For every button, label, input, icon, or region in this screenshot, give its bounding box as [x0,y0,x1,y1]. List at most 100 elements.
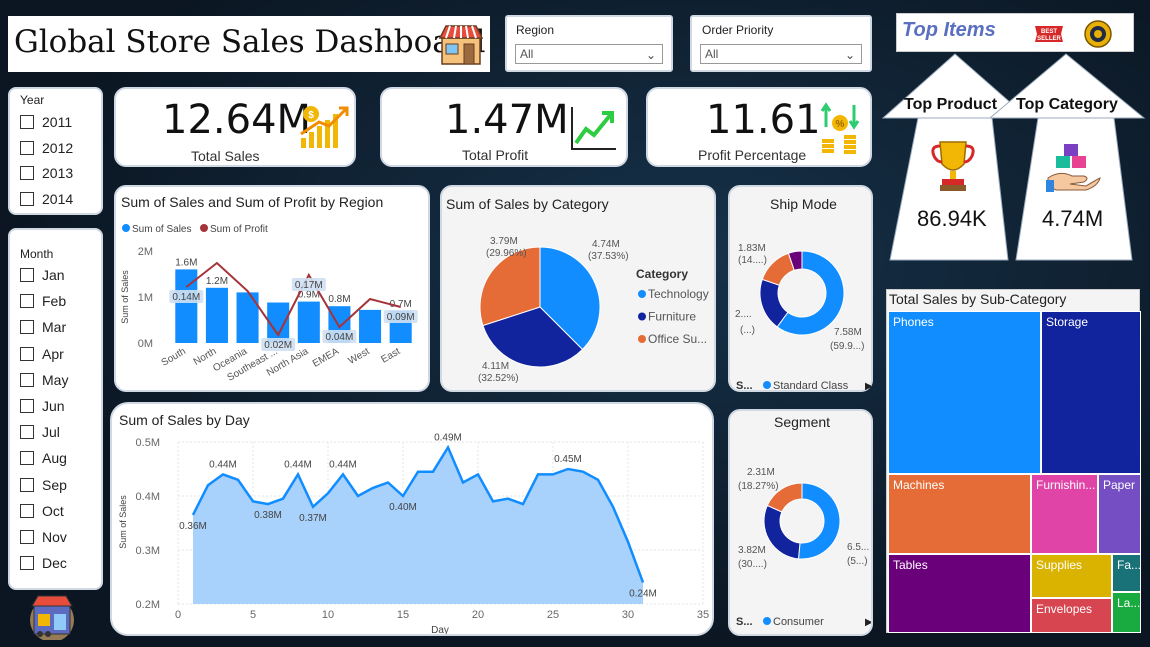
checkbox[interactable] [20,268,34,282]
slice-value-label: 1.83M [738,243,766,254]
month-option-feb[interactable]: Feb [20,293,66,309]
slice-value-label: 4.74M [592,239,620,250]
x-tick-label: West [346,346,371,367]
month-slicer: Month Jan Feb Mar Apr May Jun Jul Aug Sep Oct Nov D… [8,228,103,590]
ship-mode-donut: 1.83M(14....) 2.... (...) 7.58M (59.9...) S..… [735,243,871,390]
slice-value-label: 7.58M [834,327,862,338]
checkbox[interactable] [20,399,34,413]
day-chart-title: Sum of Sales by Day [119,412,250,428]
year-slicer: Year 2011 2012 2013 2014 [8,87,103,215]
checkbox[interactable] [20,530,34,544]
total-sales-card: 12.64M Total Sales $ [114,87,356,167]
x-tick-label: 20 [472,609,484,621]
checkbox[interactable] [20,477,34,492]
treemap-tile-furnishin[interactable]: Furnishin... [1031,474,1098,554]
region-slicer[interactable]: Region All ⌄ [505,15,673,72]
month-option-jul[interactable]: Jul [20,424,60,440]
year-option-2013[interactable]: 2013 [20,165,73,181]
sales-bar [236,292,259,343]
profit-pct-label: Profit Percentage [698,147,807,163]
legend-marker [200,224,208,232]
month-option-oct[interactable]: Oct [20,503,64,519]
treemap-tile-supplies[interactable]: Supplies [1031,554,1112,598]
month-option-label: Jan [42,267,65,283]
month-option-apr[interactable]: Apr [20,346,64,362]
legend-label: Technology [648,287,709,301]
point-data-label: 0.49M [434,432,462,443]
month-option-aug[interactable]: Aug [20,450,67,466]
year-option-2011[interactable]: 2011 [20,114,72,130]
treemap-tile-paper[interactable]: Paper [1098,474,1141,554]
title-banner: Global Store Sales Dashboard [8,16,490,72]
y-axis-label: Sum of Sales [118,495,128,549]
checkbox[interactable] [20,320,34,335]
treemap-tile-fa[interactable]: Fa... [1112,554,1141,592]
line-data-label: 0.04M [326,332,354,343]
slice-value-label: 3.82M [738,545,766,556]
checkbox[interactable] [20,140,34,155]
legend-marker [763,617,771,625]
treemap-tile-phones[interactable]: Phones [888,311,1041,474]
point-data-label: 0.40M [389,502,417,513]
month-option-sep[interactable]: Sep [20,477,67,493]
bar-data-label: 1.2M [206,276,228,287]
legend-marker [638,335,646,343]
checkbox[interactable] [20,191,34,206]
top-category-value: 4.74M [1042,206,1104,231]
segment-card: Segment 2.31M (18.27%) 3.82M (30....) 6.5...… [728,409,873,636]
month-option-may[interactable]: May [20,372,68,388]
checkbox[interactable] [20,503,34,518]
point-data-label: 0.37M [299,513,327,524]
total-sales-label: Total Sales [191,148,260,164]
order-priority-value: All [705,47,719,61]
slice-pct-label: (5...) [847,556,868,567]
legend-marker [763,381,771,389]
point-data-label: 0.24M [629,588,657,599]
month-slicer-label: Month [20,247,54,261]
month-option-mar[interactable]: Mar [20,319,66,335]
order-priority-slicer[interactable]: Order Priority All ⌄ [690,15,872,72]
badge-icon [1084,20,1112,48]
treemap-tile-envelopes[interactable]: Envelopes [1031,598,1112,633]
checkbox[interactable] [20,425,34,440]
checkbox[interactable] [20,451,34,466]
year-option-2014[interactable]: 2014 [20,191,73,207]
checkbox[interactable] [20,372,34,387]
checkbox[interactable] [20,115,34,129]
category-chart-title: Sum of Sales by Category [446,196,609,212]
x-axis-label: Day [431,625,449,634]
slice-value-label: 2.31M [747,467,775,478]
order-priority-dropdown[interactable]: All ⌄ [700,44,862,64]
region-chart-card: Sum of Sales and Sum of Profit by Region… [114,185,430,392]
chevron-down-icon: ⌄ [844,48,855,62]
slice-pct-label: (29.96%) [486,248,527,259]
order-priority-label: Order Priority [702,23,774,37]
percent-coins-icon: % [820,102,860,154]
y-tick-label: 1M [138,292,153,304]
checkbox[interactable] [20,166,34,180]
legend-next-icon: ▶ [865,381,871,390]
treemap-tile-la[interactable]: La... [1112,592,1141,633]
checkbox[interactable] [20,346,34,361]
sales-growth-icon: $ [300,106,349,148]
month-option-nov[interactable]: Nov [20,529,67,545]
slice-consumer [797,482,841,560]
total-profit-value: 1.47M [445,97,569,143]
year-option-2012[interactable]: 2012 [20,140,73,156]
month-option-label: Dec [42,555,67,572]
svg-text:SELLER: SELLER [1037,36,1061,42]
treemap-area: Phones Storage Machines Furnishin... Paper Ta… [888,311,1141,633]
month-option-jan[interactable]: Jan [20,267,65,283]
legend-title: Category [636,267,688,281]
treemap-tile-tables[interactable]: Tables [888,554,1031,633]
treemap-tile-machines[interactable]: Machines [888,474,1031,554]
treemap-tile-storage[interactable]: Storage [1041,311,1141,474]
month-option-label: Aug [42,450,67,467]
region-chart: Sum of Sales Sum of Profit 0M 1M 2M Sum of Sa… [120,224,418,384]
checkbox[interactable] [20,556,34,571]
top-category-label: Top Category [1016,96,1118,113]
region-dropdown[interactable]: All ⌄ [515,44,663,64]
checkbox[interactable] [20,294,34,309]
month-option-dec[interactable]: Dec [20,555,67,571]
month-option-jun[interactable]: Jun [20,398,65,414]
